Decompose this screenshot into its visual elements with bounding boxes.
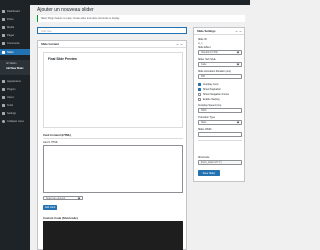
autoplay-speed-input[interactable]: 3000 — [198, 108, 242, 113]
slide-settings-header[interactable]: Slide Settings — [194, 28, 244, 35]
slide-content-header[interactable]: Slide Content — [38, 41, 186, 48]
sub-style-value: Fade — [201, 63, 207, 66]
admin-bar — [0, 0, 250, 5]
chevron-down-icon — [77, 196, 81, 199]
enable-swiping-label: Enable Swiping — [203, 98, 220, 101]
media-icon — [2, 25, 5, 29]
card-content-title: Card Content (HTML) — [43, 133, 72, 137]
save-slider-label: Save Slider — [202, 171, 216, 175]
page-title: Ajouter un nouveau slider — [37, 7, 94, 13]
nav-item-comments[interactable]: Comments — [0, 40, 30, 46]
pin-icon — [2, 17, 5, 21]
sub-style-select[interactable]: Fade — [198, 62, 242, 67]
transition-type-value: Slide — [201, 121, 207, 124]
slide-settings-title: Slide Settings — [197, 29, 216, 33]
divider — [198, 140, 242, 141]
slider-icon — [2, 50, 5, 54]
slide-content-title: Slide Content — [41, 42, 60, 46]
nav-item-pages[interactable]: Pages — [0, 32, 30, 38]
chevron-up-icon[interactable] — [176, 43, 179, 46]
nav-item-dashboard[interactable]: Dashboard — [0, 8, 30, 14]
nav-item-slider[interactable]: Slider — [0, 49, 30, 55]
slide-effect-select[interactable]: Standard (CSS) — [198, 50, 242, 55]
collapse-menu-button[interactable]: Collapse menu — [0, 118, 30, 124]
comment-icon — [2, 41, 5, 45]
save-slider-button[interactable]: Save Slider — [198, 170, 220, 176]
slider-width-input[interactable] — [198, 132, 242, 137]
autoplay-speed-value: 3000 — [201, 109, 207, 112]
element-select-value: Select an element — [46, 196, 66, 200]
nav-item-users[interactable]: Users — [0, 94, 30, 100]
admin-sidebar: Dashboard Posts Media Pages Comments Sli… — [0, 0, 30, 250]
submenu-item-add-new-slider[interactable]: Add New Slider — [6, 67, 24, 70]
show-navigation-label: Show Navigation Arrows — [203, 93, 229, 96]
settings-icon — [2, 111, 5, 115]
duration-input[interactable]: 600 — [198, 74, 242, 79]
card-label: Card 1 HTML — [43, 141, 59, 144]
success-notice: Slider Plugin feature is ready. Create s… — [37, 15, 245, 22]
submenu-item-all-sliders[interactable]: All Sliders — [6, 62, 17, 65]
transition-type-select[interactable]: Slide — [198, 120, 242, 125]
chevron-down-icon[interactable] — [239, 30, 242, 33]
nav-item-media[interactable]: Media — [0, 24, 30, 30]
slide-preview-box: Final Slide Preview — [43, 52, 183, 128]
slider-submenu: All Sliders Add New Slider — [0, 60, 30, 75]
slide-effect-label: Slide Effect — [198, 46, 211, 49]
nav-item-plugins[interactable]: Plugins — [0, 86, 30, 92]
collapse-icon — [2, 119, 5, 123]
brush-icon — [2, 79, 5, 83]
sub-style-label: Slider Sub Style — [198, 58, 216, 61]
chevron-down-icon — [236, 120, 240, 124]
code-editor[interactable] — [43, 221, 183, 250]
slider-width-label: Slider Width — [198, 128, 212, 131]
slide-id-value: sl_1 — [198, 42, 203, 45]
duration-label: Slide Animation Duration (ms) — [198, 70, 232, 73]
chevron-down-icon — [236, 50, 240, 54]
user-icon — [2, 95, 5, 99]
plugin-icon — [2, 87, 5, 91]
shortcode-label: Shortcode — [198, 156, 210, 159]
autoplay-speed-label: Autoplay Speed (ms) — [198, 104, 222, 107]
title-input[interactable] — [37, 27, 187, 34]
show-navigation-checkbox[interactable] — [198, 93, 201, 96]
shortcode-value: [bpcs_slider id="1"] — [201, 161, 222, 164]
nav-item-posts[interactable]: Posts — [0, 16, 30, 22]
slide-content-panel: Slide Content Final Slide Preview Card C… — [37, 40, 187, 250]
autoplay-loop-label: Autoplay Loop — [203, 83, 219, 86]
slide-settings-panel: Slide Settings Slide ID sl_1 Slide Effec… — [193, 27, 245, 182]
custom-code-title: Custom Code (Shortcode) — [43, 216, 78, 220]
element-select[interactable]: Select an element — [43, 196, 83, 200]
show-pagination-checkbox[interactable] — [198, 88, 201, 91]
show-pagination-label: Show Pagination — [203, 88, 221, 91]
divider — [43, 138, 183, 139]
add-card-label: Add Card — [44, 206, 56, 209]
shortcode-field[interactable]: [bpcs_slider id="1"] — [198, 160, 242, 165]
slide-id-label: Slide ID — [198, 38, 207, 41]
autoplay-loop-checkbox[interactable] — [198, 83, 201, 86]
page-icon — [2, 33, 5, 37]
chevron-up-icon[interactable] — [235, 30, 238, 33]
enable-swiping-checkbox[interactable] — [198, 98, 201, 101]
wrench-icon — [2, 103, 5, 107]
nav-item-settings[interactable]: Settings — [0, 110, 30, 116]
nav-item-tools[interactable]: Tools — [0, 102, 30, 108]
transition-type-label: Transition Type — [198, 116, 215, 119]
add-card-button[interactable]: Add Card — [43, 205, 57, 210]
card-html-textarea[interactable] — [43, 145, 183, 193]
preview-title: Final Slide Preview — [48, 57, 77, 61]
slide-effect-value: Standard (CSS) — [201, 51, 218, 54]
nav-item-appearance[interactable]: Appearance — [0, 78, 30, 84]
chevron-down-icon — [236, 62, 240, 66]
duration-value: 600 — [201, 75, 205, 78]
dashboard-icon — [2, 9, 5, 13]
notice-text: Slider Plugin feature is ready. Create s… — [41, 17, 120, 20]
chevron-down-icon[interactable] — [180, 43, 183, 46]
